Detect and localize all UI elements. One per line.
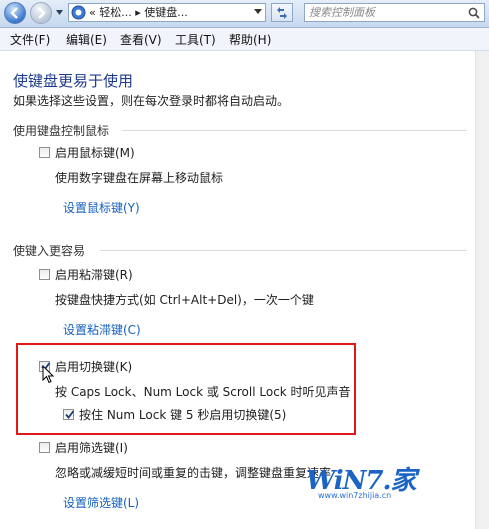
toggle-keys-shortcut-checkbox[interactable] — [63, 409, 75, 420]
vertical-scrollbar[interactable] — [475, 51, 489, 529]
page-description: 如果选择这些设置，则在每次登录时都将自动启动。 — [13, 94, 290, 108]
menu-view[interactable]: 查看(V) — [120, 31, 162, 48]
settings-content: 使键盘更易于使用 如果选择这些设置，则在每次登录时都将自动启动。 使用键盘控制鼠… — [0, 51, 475, 529]
menu-bar: 文件(F) 编辑(E) 查看(V) 工具(T) 帮助(H) — [0, 28, 489, 51]
control-panel-icon — [71, 5, 86, 20]
menu-file[interactable]: 文件(F) — [10, 31, 50, 48]
group-heading-mouse: 使用键盘控制鼠标 — [13, 124, 110, 138]
chevron-down-icon[interactable] — [254, 9, 262, 15]
menu-help[interactable]: 帮助(H) — [229, 31, 271, 48]
address-bar: « 轻松... ▸ 使键盘... — [0, 0, 489, 28]
site-watermark: WiN7.家 www.win7zhijia.cn — [300, 456, 475, 504]
menu-tools[interactable]: 工具(T) — [175, 31, 216, 48]
toggle-keys-shortcut-label[interactable]: 按住 Num Lock 键 5 秒启用切换键(5) — [79, 406, 286, 423]
refresh-icon — [277, 6, 287, 19]
mouse-keys-checkbox[interactable] — [39, 147, 50, 158]
search-input[interactable] — [309, 4, 459, 21]
search-box[interactable] — [304, 3, 485, 22]
group-divider — [122, 130, 467, 131]
search-icon[interactable] — [468, 7, 480, 19]
group-heading-typing: 使键入更容易 — [13, 244, 86, 258]
sticky-keys-label[interactable]: 启用粘滞键(R) — [55, 266, 133, 283]
toggle-keys-description: 按 Caps Lock、Num Lock 或 Scroll Lock 时听见声音 — [55, 385, 351, 399]
forward-button[interactable] — [30, 2, 52, 24]
group-divider — [100, 250, 467, 251]
mouse-keys-label[interactable]: 启用鼠标键(M) — [55, 144, 135, 161]
setup-sticky-keys-link[interactable]: 设置粘滞键(C) — [63, 321, 141, 338]
address-path: « 轻松... ▸ 使键盘... — [89, 6, 188, 19]
sticky-keys-description: 按键盘快捷方式(如 Ctrl+Alt+Del)，一次一个键 — [55, 293, 314, 307]
mouse-keys-description: 使用数字键盘在屏幕上移动鼠标 — [55, 171, 224, 185]
page-title: 使键盘更易于使用 — [13, 72, 134, 90]
back-button[interactable] — [4, 2, 26, 24]
mouse-pointer-icon — [42, 365, 54, 384]
checkmark-icon — [65, 410, 75, 419]
sticky-keys-checkbox[interactable] — [39, 269, 50, 280]
address-field[interactable]: « 轻松... ▸ 使键盘... — [68, 3, 266, 22]
setup-filter-keys-link[interactable]: 设置筛选键(L) — [63, 494, 139, 511]
setup-mouse-keys-link[interactable]: 设置鼠标键(Y) — [63, 199, 140, 216]
toggle-keys-label[interactable]: 启用切换键(K) — [55, 358, 132, 375]
arrow-left-icon — [10, 7, 18, 19]
recent-pages-dropdown-icon[interactable] — [55, 8, 64, 17]
arrow-right-icon — [38, 7, 46, 19]
filter-keys-label[interactable]: 启用筛选键(I) — [55, 439, 128, 456]
watermark-url: www.win7zhijia.cn — [318, 491, 392, 500]
filter-keys-description: 忽略或减缓短时间或重复的击键，调整键盘重复速率 — [55, 466, 332, 480]
menu-edit[interactable]: 编辑(E) — [66, 31, 107, 48]
filter-keys-checkbox[interactable] — [39, 442, 50, 453]
refresh-button[interactable] — [271, 3, 293, 22]
